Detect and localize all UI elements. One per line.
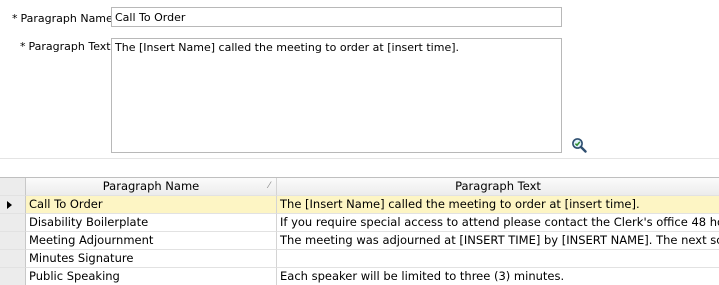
row-selector[interactable] [0, 268, 26, 285]
table-row[interactable]: Minutes Signature [0, 250, 719, 268]
cell-paragraph-text[interactable] [277, 250, 719, 268]
table-row[interactable]: Public Speaking Each speaker will be lim… [0, 268, 719, 285]
cell-paragraph-text[interactable]: The meeting was adjourned at [INSERT TIM… [277, 232, 719, 250]
current-row-arrow-icon [7, 201, 12, 209]
table-row[interactable]: Call To Order The [Insert Name] called t… [0, 196, 719, 214]
paragraph-text-label: * Paragraph Text [20, 40, 111, 53]
paragraph-name-label: * Paragraph Name [12, 12, 113, 25]
paragraph-form: *Paragraph Name *Paragraph Text The [Ins… [0, 0, 719, 160]
cell-paragraph-text[interactable]: Each speaker will be limited to three (3… [277, 268, 719, 285]
required-marker: * [12, 12, 18, 25]
column-header-paragraph-text[interactable]: Paragraph Text [277, 178, 719, 196]
spell-check-button[interactable] [571, 137, 587, 153]
magnifier-check-icon [572, 138, 587, 153]
column-header-label: Paragraph Text [455, 179, 541, 193]
paragraph-name-input[interactable] [111, 7, 562, 27]
required-marker: * [20, 40, 26, 53]
column-header-label: Paragraph Name [102, 179, 200, 193]
cell-paragraph-name[interactable]: Disability Boilerplate [26, 214, 277, 232]
row-selector[interactable] [0, 214, 26, 232]
row-selector[interactable] [0, 196, 26, 214]
cell-paragraph-name[interactable]: Meeting Adjournment [26, 232, 277, 250]
sort-indicator-icon: ⁄ [268, 181, 270, 191]
row-selector[interactable] [0, 250, 26, 268]
row-selector-header [0, 178, 26, 196]
row-selector[interactable] [0, 232, 26, 250]
paragraph-text-label-text: Paragraph Text [28, 40, 111, 53]
cell-paragraph-name[interactable]: Public Speaking [26, 268, 277, 285]
cell-paragraph-name[interactable]: Call To Order [26, 196, 277, 214]
paragraph-text-input[interactable]: The [Insert Name] called the meeting to … [111, 38, 562, 153]
cell-paragraph-text[interactable]: The [Insert Name] called the meeting to … [277, 196, 719, 214]
paragraph-grid: Paragraph Name ⁄ Paragraph Text Call To … [0, 177, 719, 285]
grid-header: Paragraph Name ⁄ Paragraph Text [0, 178, 719, 196]
paragraph-name-label-text: Paragraph Name [20, 12, 113, 25]
table-row[interactable]: Disability Boilerplate If you require sp… [0, 214, 719, 232]
cell-paragraph-name[interactable]: Minutes Signature [26, 250, 277, 268]
cell-paragraph-text[interactable]: If you require special access to attend … [277, 214, 719, 232]
column-header-paragraph-name[interactable]: Paragraph Name ⁄ [26, 178, 277, 196]
section-divider [0, 158, 719, 159]
table-row[interactable]: Meeting Adjournment The meeting was adjo… [0, 232, 719, 250]
